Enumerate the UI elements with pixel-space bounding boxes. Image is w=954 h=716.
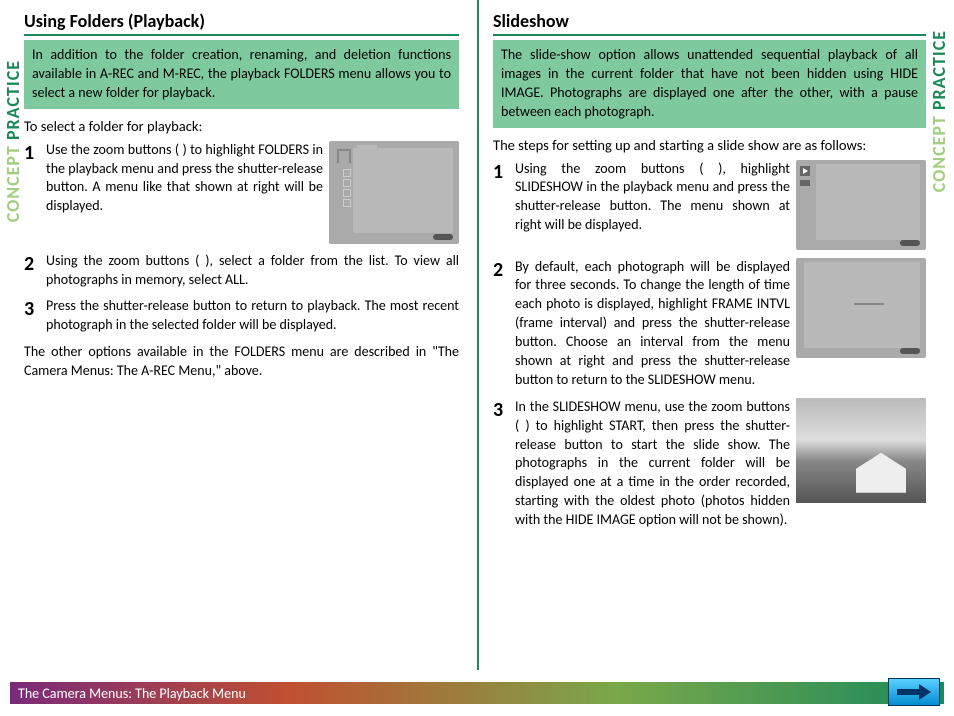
lead-left: To select a folder for playback: xyxy=(24,117,459,135)
practice-label: PRACTICE xyxy=(2,60,24,140)
step-num: 2 xyxy=(24,252,46,274)
heading-left: Using Folders (Playback) xyxy=(24,10,459,36)
side-label-left: CONCEPT PRACTICE xyxy=(2,60,24,222)
tail-para: The other options available in the FOLDE… xyxy=(24,343,459,381)
step-r2: 2 By default, each photograph will be di… xyxy=(493,258,926,390)
page-content: CONCEPT PRACTICE Using Folders (Playback… xyxy=(0,0,954,670)
arrow-right-icon xyxy=(897,684,931,700)
folders-menu-screenshot xyxy=(329,141,459,244)
step-num: 3 xyxy=(24,297,46,319)
slideshow-menu-screenshot xyxy=(796,160,926,250)
concept-label: CONCEPT xyxy=(928,115,950,192)
frame-interval-screenshot xyxy=(796,258,926,358)
step-r1: 1 Using the zoom buttons ( ), highlight … xyxy=(493,160,926,250)
right-column: CONCEPT PRACTICE Slideshow The slide-sho… xyxy=(477,0,954,670)
intro-left: In addition to the folder creation, rena… xyxy=(24,40,459,109)
step-num: 1 xyxy=(493,160,515,182)
step-text: Press the shutter-release button to retu… xyxy=(46,297,459,335)
step-text: In the SLIDESHOW menu, use the zoom butt… xyxy=(515,398,790,530)
footer-bar: The Camera Menus: The Playback Menu - 39… xyxy=(10,682,944,704)
step-text: By default, each photograph will be dis­… xyxy=(515,258,790,390)
step-num: 1 xyxy=(24,141,46,163)
footer-title: The Camera Menus: The Playback Menu xyxy=(18,685,907,702)
step-l1: 1 Use the zoom buttons ( ) to highlight … xyxy=(24,141,459,244)
step-l3: 3 Press the shutter-release button to re… xyxy=(24,297,459,335)
heading-right: Slideshow xyxy=(493,10,926,36)
concept-label: CONCEPT xyxy=(2,145,24,222)
side-label-right: CONCEPT PRACTICE xyxy=(928,30,950,192)
step-text: Using the zoom buttons ( ), select a fol… xyxy=(46,252,459,290)
step-num: 3 xyxy=(493,398,515,420)
sample-photo xyxy=(796,398,926,503)
step-l2: 2 Using the zoom buttons ( ), select a f… xyxy=(24,252,459,290)
lead-right: The steps for setting up and starting a … xyxy=(493,136,926,154)
step-r3: 3 In the SLIDESHOW menu, use the zoom bu… xyxy=(493,398,926,530)
step-text: Use the zoom buttons ( ) to highlight FO… xyxy=(46,141,323,217)
left-column: CONCEPT PRACTICE Using Folders (Playback… xyxy=(0,0,477,670)
next-page-button[interactable] xyxy=(888,678,940,706)
intro-right: The slide-show option allows unattended … xyxy=(493,40,926,128)
step-text: Using the zoom buttons ( ), highlight SL… xyxy=(515,160,790,236)
practice-label: PRACTICE xyxy=(928,30,950,110)
step-num: 2 xyxy=(493,258,515,280)
